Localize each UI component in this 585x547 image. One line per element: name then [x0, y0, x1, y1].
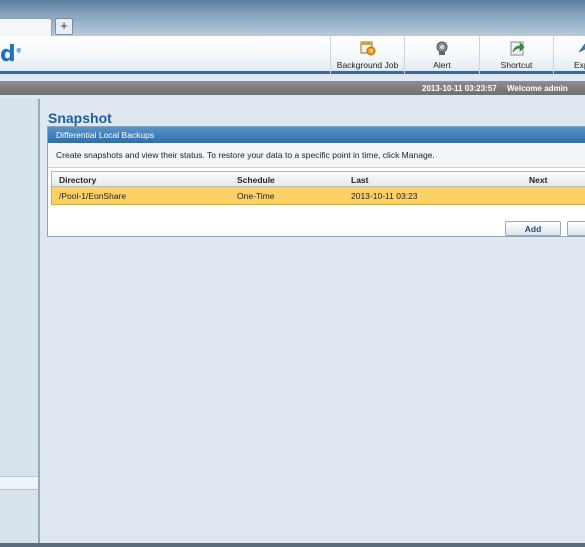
- panel-description: Create snapshots and view their status. …: [48, 143, 585, 168]
- column-header-directory[interactable]: Directory: [59, 175, 96, 185]
- cell-last: 2013-10-11 03:23: [351, 191, 418, 201]
- calendar-clock-icon: [360, 41, 375, 56]
- secondary-action-button[interactable]: [567, 221, 585, 236]
- browser-tab[interactable]: [0, 18, 52, 36]
- logo: d®: [0, 42, 22, 67]
- bottom-bar: [0, 543, 585, 547]
- shortcut-button[interactable]: Shortcut: [479, 36, 553, 74]
- shortcut-label: Shortcut: [500, 60, 533, 70]
- background-job-button[interactable]: Background Job: [330, 36, 404, 74]
- shortcut-arrow-icon: [510, 41, 524, 56]
- welcome-text: Welcome admin: [507, 84, 568, 93]
- panel-title: Differential Local Backups: [48, 127, 585, 143]
- add-button[interactable]: Add: [505, 221, 561, 236]
- sidebar: [0, 99, 40, 543]
- export-icon: [578, 43, 585, 53]
- snapshot-table: Directory Schedule Last Next /Pool-1/Eon…: [51, 171, 585, 205]
- new-tab-button[interactable]: +: [55, 18, 73, 35]
- column-header-schedule[interactable]: Schedule: [237, 175, 275, 185]
- browser-chrome: +: [0, 0, 585, 36]
- page-title: Snapshot: [48, 110, 112, 126]
- alert-label: Alert: [433, 60, 451, 70]
- background-job-label: Background Job: [336, 60, 399, 70]
- export-label: Exp: [574, 60, 585, 70]
- sidebar-item[interactable]: [0, 476, 38, 490]
- table-row[interactable]: /Pool-1/EonShare One-Time 2013-10-11 03:…: [51, 187, 585, 205]
- cell-directory: /Pool-1/EonShare: [59, 191, 127, 201]
- table-header: Directory Schedule Last Next: [51, 171, 585, 187]
- status-bar: 2013-10-11 03:23:57 Welcome admin: [0, 81, 585, 95]
- status-datetime: 2013-10-11 03:23:57: [422, 84, 497, 93]
- column-header-next[interactable]: Next: [529, 175, 547, 185]
- alert-bell-icon: [436, 41, 448, 55]
- backups-panel: Differential Local Backups Create snapsh…: [47, 126, 585, 237]
- export-button[interactable]: Exp: [553, 36, 585, 74]
- main-content: Snapshot Differential Local Backups Crea…: [44, 99, 585, 543]
- cell-schedule: One-Time: [237, 191, 275, 201]
- app-header: d® Background Job Alert Shortcut Exp: [0, 36, 585, 74]
- column-header-last[interactable]: Last: [351, 175, 368, 185]
- alert-button[interactable]: Alert: [404, 36, 479, 74]
